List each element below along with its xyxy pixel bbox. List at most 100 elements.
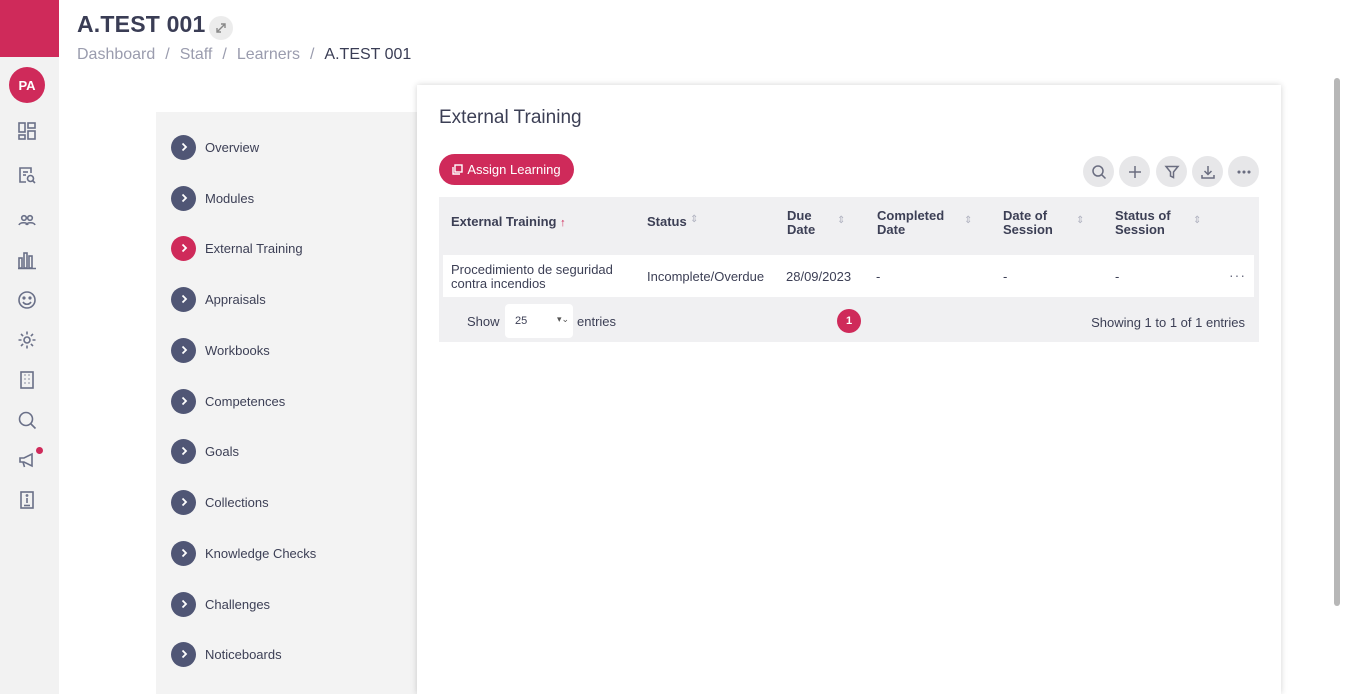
nav-item-modules[interactable]: Modules: [171, 185, 254, 211]
nav-item-workbooks[interactable]: Workbooks: [171, 337, 270, 363]
nav-item-goals[interactable]: Goals: [171, 438, 239, 464]
chevron-right-icon: [171, 286, 196, 312]
nav-item-competences[interactable]: Competences: [171, 388, 285, 414]
page-scrollbar[interactable]: [1334, 78, 1340, 606]
cell-session-date: -: [1003, 269, 1008, 284]
column-header-label: Session: [1115, 222, 1165, 237]
nav-item-collections[interactable]: Collections: [171, 489, 269, 515]
nav-item-overview[interactable]: Overview: [171, 134, 259, 160]
dashboard-icon[interactable]: [16, 120, 38, 142]
column-header-label: Session: [1003, 222, 1053, 237]
chevron-right-icon: [171, 185, 196, 211]
chevron-right-icon: [171, 438, 196, 464]
column-header-label: Due: [787, 208, 812, 223]
column-header-status[interactable]: Status: [647, 215, 687, 229]
cell-status: Incomplete/Overdue: [647, 269, 765, 284]
search-icon[interactable]: [1083, 156, 1114, 187]
chevron-right-icon: [171, 591, 196, 617]
column-header-completed-date[interactable]: Completed Date: [877, 209, 944, 237]
nav-item-challenges[interactable]: Challenges: [171, 591, 270, 617]
breadcrumb-dashboard[interactable]: Dashboard: [77, 46, 155, 64]
nav-item-label: Workbooks: [205, 342, 270, 358]
megaphone-icon[interactable]: [16, 449, 38, 471]
sort-icon[interactable]: ⇕: [1076, 215, 1084, 226]
column-header-label: Status: [647, 214, 687, 229]
cell-text: contra incendios: [451, 276, 546, 291]
nav-item-knowledge-checks[interactable]: Knowledge Checks: [171, 540, 316, 566]
breadcrumb: Dashboard / Staff / Learners / A.TEST 00…: [77, 46, 411, 64]
sort-icon[interactable]: ⇕: [964, 215, 972, 226]
building-icon[interactable]: [16, 369, 38, 391]
chevron-right-icon: [171, 235, 196, 261]
column-header-label: Date: [877, 222, 906, 237]
cell-completed-date: -: [876, 269, 881, 284]
table-row[interactable]: Procedimiento de seguridad contra incend…: [443, 255, 1254, 297]
nav-item-label: Goals: [205, 443, 239, 459]
chevron-right-icon: [171, 134, 196, 160]
nav-item-appraisals[interactable]: Appraisals: [171, 286, 266, 312]
breadcrumb-current: A.TEST 001: [324, 46, 412, 63]
sort-icon[interactable]: ⇕: [837, 215, 845, 226]
external-training-card: External Training Assign Learning Extern…: [417, 85, 1281, 694]
plus-icon[interactable]: [1119, 156, 1150, 187]
breadcrumb-learners[interactable]: Learners: [237, 46, 300, 64]
breadcrumb-staff[interactable]: Staff: [180, 46, 213, 64]
cell-due-date: 28/09/2023: [786, 269, 852, 284]
sort-icon[interactable]: ⇕: [690, 214, 698, 225]
smiley-icon[interactable]: [16, 289, 38, 311]
showing-info: Showing 1 to 1 of 1 entries: [1091, 315, 1245, 330]
chevron-right-icon: [171, 388, 196, 414]
training-table: External Training ↑ Status ⇕ Due Date ⇕ …: [439, 197, 1259, 342]
breadcrumb-separator: /: [165, 46, 170, 63]
column-header-date-of-session[interactable]: Date of Session: [1003, 209, 1053, 237]
entries-value: 25: [515, 315, 528, 327]
brand-bar: [0, 0, 59, 57]
expand-icon[interactable]: [209, 16, 233, 40]
nav-item-label: Overview: [205, 139, 260, 155]
column-header-label: Date of: [1003, 208, 1048, 223]
chevron-right-icon: [171, 641, 196, 667]
gear-icon[interactable]: [16, 329, 38, 351]
column-header-due-date[interactable]: Due Date: [787, 209, 815, 237]
breadcrumb-separator: /: [309, 46, 315, 63]
copy-icon: [452, 164, 464, 175]
nav-item-label: Noticeboards: [205, 646, 282, 662]
nav-item-label: Modules: [205, 190, 255, 206]
nav-item-noticeboards[interactable]: Noticeboards: [171, 641, 282, 667]
nav-item-label: Challenges: [205, 596, 271, 612]
bar-chart-icon[interactable]: [16, 249, 38, 271]
search-icon[interactable]: [16, 409, 38, 431]
chevron-right-icon: [171, 337, 196, 363]
page-title: A.TEST 001: [77, 11, 206, 37]
assign-learning-button[interactable]: Assign Learning: [439, 154, 574, 185]
nav-item-label: Knowledge Checks: [205, 545, 317, 561]
cell-text: Procedimiento de seguridad: [451, 262, 613, 277]
left-rail: PA: [0, 0, 59, 694]
nav-item-external-training[interactable]: External Training: [171, 235, 303, 261]
sort-asc-icon: ↑: [560, 217, 566, 229]
column-header-external-training[interactable]: External Training ↑: [451, 215, 566, 230]
show-label: Show: [467, 314, 500, 329]
users-icon[interactable]: [16, 209, 38, 231]
page-button-current[interactable]: 1: [837, 309, 861, 333]
chevron-right-icon: [171, 540, 196, 566]
filter-icon[interactable]: [1156, 156, 1187, 187]
column-header-label: Date: [787, 222, 816, 237]
column-header-label: Completed: [877, 208, 945, 223]
notification-badge: [36, 447, 43, 454]
search-document-icon[interactable]: [16, 164, 38, 186]
nav-item-label: External Training: [205, 240, 303, 256]
entries-label: entries: [577, 314, 617, 329]
cell-session-status: -: [1115, 269, 1120, 284]
more-icon[interactable]: [1228, 156, 1259, 187]
chevron-right-icon: [171, 489, 196, 515]
info-book-icon[interactable]: [16, 489, 38, 511]
entries-select[interactable]: 25 ▾⌄: [505, 304, 573, 338]
column-header-status-of-session[interactable]: Status of Session: [1115, 209, 1171, 237]
column-header-label: External Training: [451, 214, 557, 229]
sort-icon[interactable]: ⇕: [1193, 215, 1201, 226]
row-more-icon[interactable]: ···: [1229, 267, 1246, 283]
avatar[interactable]: PA: [9, 67, 45, 103]
download-icon[interactable]: [1192, 156, 1223, 187]
cell-training-name: Procedimiento de seguridad contra incend…: [451, 263, 613, 291]
